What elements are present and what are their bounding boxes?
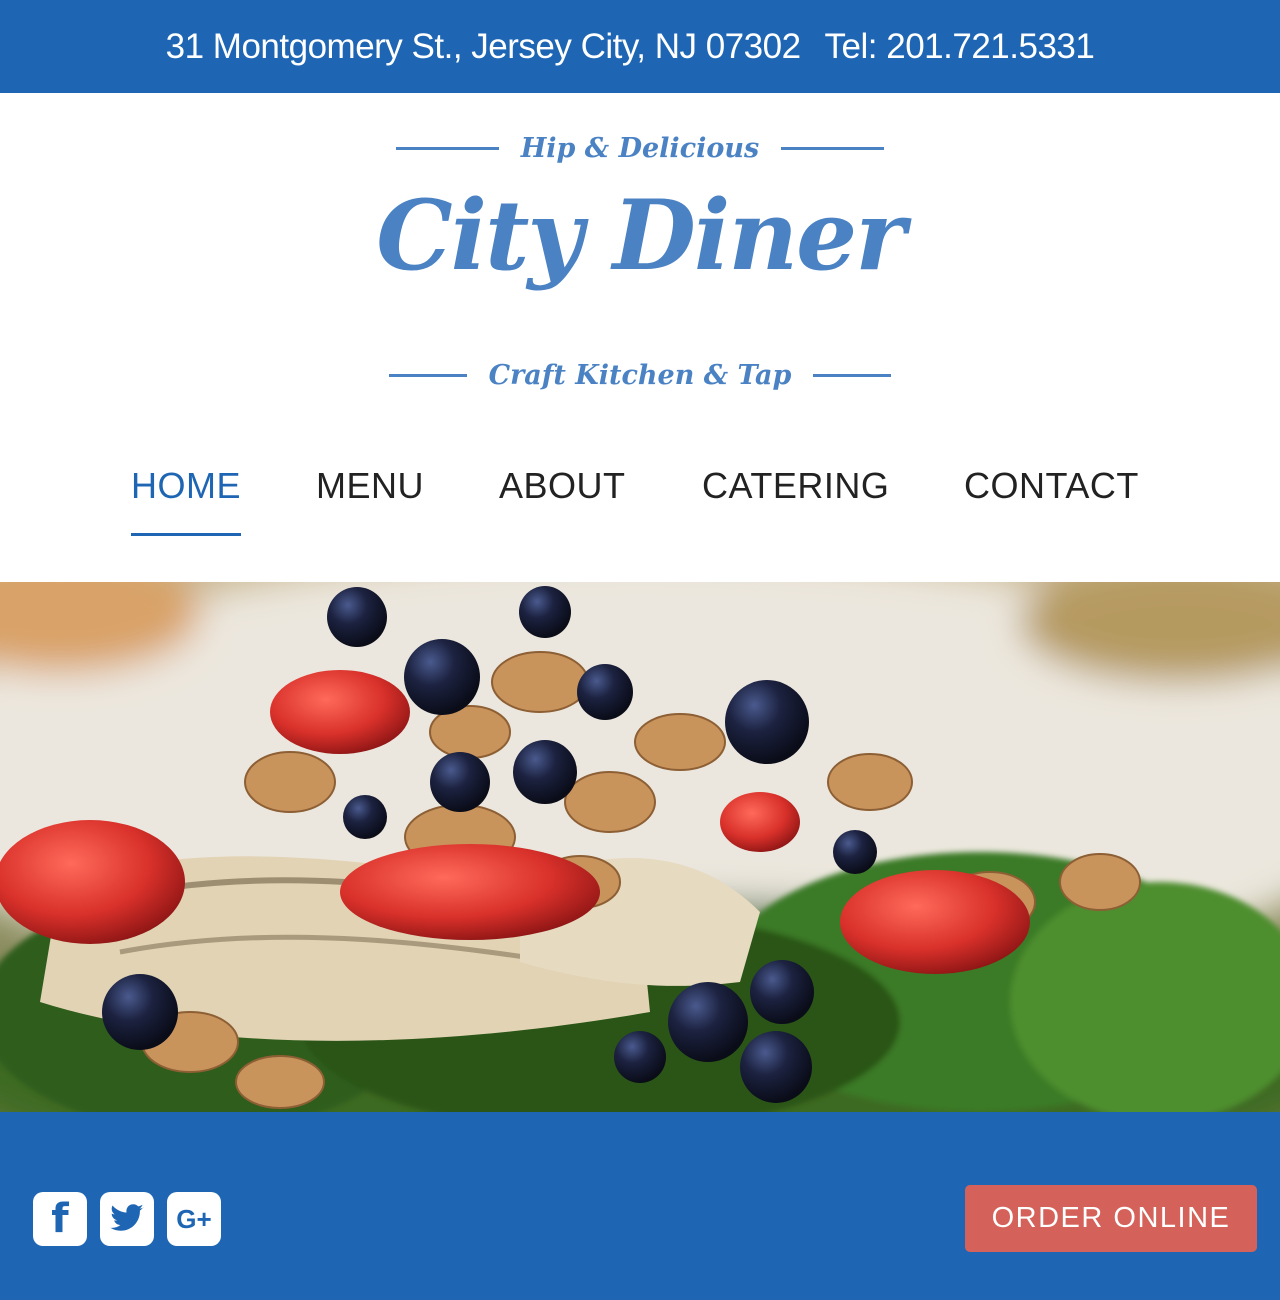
top-info-bar: 31 Montgomery St., Jersey City, NJ 07302… [0,0,1280,93]
nav-catering[interactable]: CATERING [702,465,889,533]
divider-left [395,147,499,150]
contact-line: 31 Montgomery St., Jersey City, NJ 07302… [166,27,1095,67]
twitter-bird-glyph [110,1204,144,1231]
divider-right [813,374,892,377]
divider-left [388,374,467,377]
tagline-bottom: Craft Kitchen & Tap [488,360,792,391]
facebook-icon[interactable]: f [33,1192,87,1246]
main-nav: HOME MENU ABOUT CATERING CONTACT [0,465,1280,536]
google-plus-icon[interactable]: G+ [167,1192,221,1246]
nav-menu[interactable]: MENU [316,465,424,533]
nav-home[interactable]: HOME [131,465,241,536]
divider-right [781,147,885,150]
salad-photo [0,582,1280,1112]
tagline-top: Hip & Delicious [520,133,760,164]
order-online-button[interactable]: ORDER ONLINE [965,1185,1257,1252]
tagline-bottom-row: Craft Kitchen & Tap [0,360,1280,391]
twitter-icon[interactable] [100,1192,154,1246]
phone-text[interactable]: Tel: 201.721.5331 [825,27,1095,66]
brand-name: City Diner [376,179,906,292]
footer-bar: f G+ ORDER ONLINE [0,1112,1280,1300]
nav-about[interactable]: ABOUT [499,465,626,533]
tagline-top-row: Hip & Delicious [0,133,1280,164]
site-logo[interactable]: Hip & Delicious City Diner Craft Kitchen… [0,93,1280,433]
nav-contact[interactable]: CONTACT [964,465,1139,533]
hero-food-image [0,582,1280,1112]
address-text: 31 Montgomery St., Jersey City, NJ 07302 [165,26,801,66]
